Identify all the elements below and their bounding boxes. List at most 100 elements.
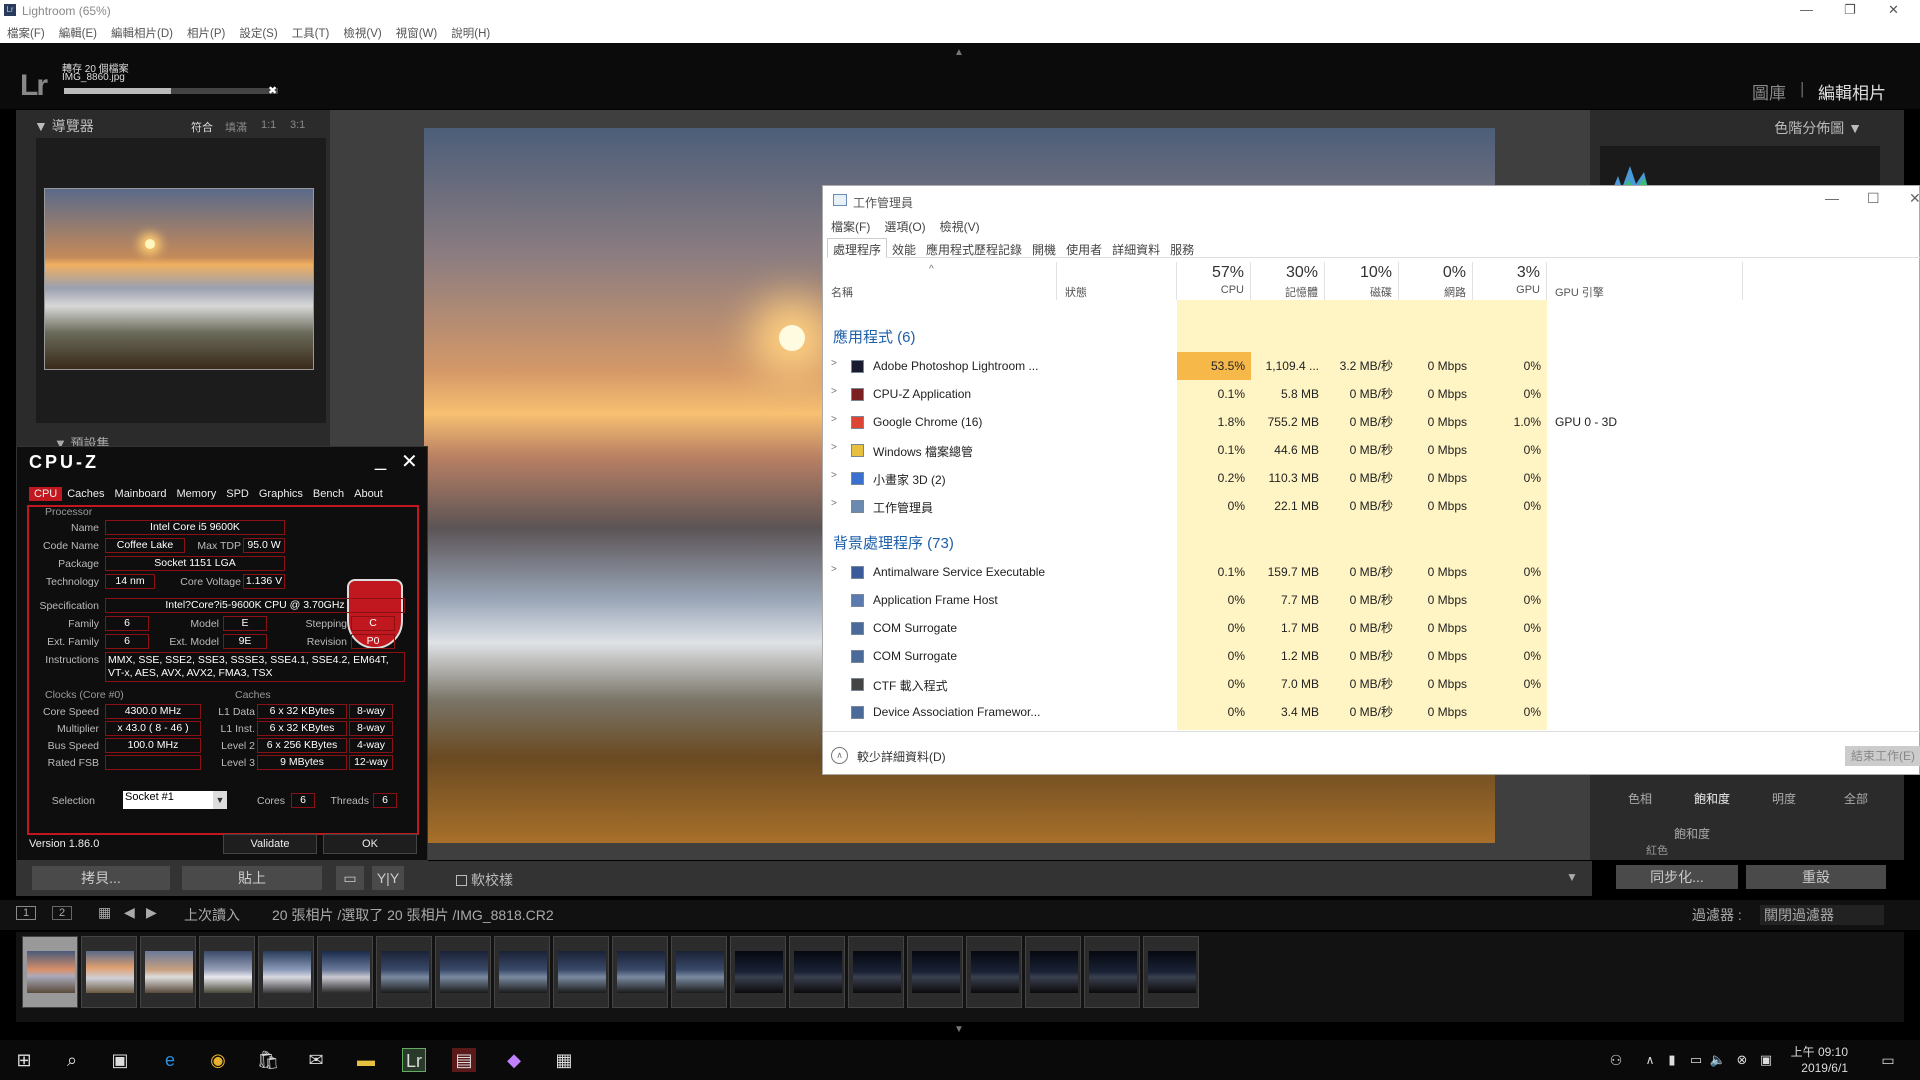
tm-tab-services[interactable]: 服務 — [1165, 239, 1199, 259]
filmstrip-thumbnail[interactable] — [612, 936, 668, 1008]
cpuz-tab-about[interactable]: About — [349, 487, 388, 501]
filmstrip-thumbnail[interactable] — [730, 936, 786, 1008]
filmstrip-thumbnail[interactable] — [81, 936, 137, 1008]
notification-icon[interactable]: ▭ — [1876, 1048, 1900, 1072]
fewer-details-link[interactable]: 較少詳細資料(D) — [857, 748, 946, 765]
filmstrip-source[interactable]: 上次讀入 — [184, 905, 240, 925]
expand-chevron-icon[interactable]: > — [831, 386, 837, 397]
process-row[interactable]: Device Association Framewor... 0% 3.4 MB 0 … — [823, 698, 1920, 726]
close-icon[interactable]: ✕ — [1888, 2, 1899, 18]
reset-button[interactable]: 重設 — [1746, 865, 1886, 889]
menu-file[interactable]: 檔案(F) — [0, 22, 52, 41]
expand-chevron-icon[interactable]: > — [831, 414, 837, 425]
zoom-1-1[interactable]: 1:1 — [261, 119, 276, 131]
network-icon[interactable]: ▭ — [1684, 1048, 1708, 1072]
soft-proof-checkbox[interactable] — [456, 875, 467, 886]
filmstrip-selection-info[interactable]: 20 張相片 /選取了 20 張相片 /IMG_8818.CR2 — [272, 905, 554, 925]
col-mem-header[interactable]: 30% 記憶體 — [1251, 262, 1325, 300]
end-task-button[interactable]: 結束工作(E) — [1845, 746, 1920, 766]
histogram-header[interactable]: 色階分佈圖 ▼ — [1774, 118, 1862, 138]
module-develop[interactable]: 編輯相片 — [1818, 79, 1886, 104]
col-gpu-engine-header[interactable]: GPU 引擎 — [1547, 262, 1743, 300]
paint3d-icon[interactable]: ◆ — [502, 1048, 526, 1072]
menu-develop[interactable]: 編輯相片(D) — [104, 22, 180, 41]
minimize-icon[interactable]: — — [1800, 2, 1813, 17]
soft-proof-toggle[interactable]: 軟校樣 — [456, 870, 513, 890]
search-icon[interactable]: ⌕ — [60, 1048, 84, 1072]
col-disk-header[interactable]: 10% 磁碟 — [1325, 262, 1399, 300]
filmstrip-thumbnail[interactable] — [1084, 936, 1140, 1008]
file-explorer-icon[interactable]: ▬ — [354, 1048, 378, 1072]
before-after-icon[interactable]: Y|Y — [372, 866, 404, 890]
copy-button[interactable]: 拷貝... — [32, 866, 170, 890]
cancel-export-icon[interactable]: ✖ — [268, 84, 277, 97]
menu-tools[interactable]: 工具(T) — [285, 22, 337, 41]
col-name-header[interactable]: ^ 名稱 — [823, 262, 1057, 300]
process-row[interactable]: > CPU-Z Application 0.1% 5.8 MB 0 MB/秒 0 Mbps… — [823, 380, 1920, 408]
cpuz-tab-caches[interactable]: Caches — [62, 487, 109, 501]
apps-group-label[interactable]: 應用程式 (6) — [833, 326, 916, 347]
cpuz-tab-memory[interactable]: Memory — [172, 487, 222, 501]
tm-menu-options[interactable]: 選項(O) — [884, 220, 925, 234]
edge-icon[interactable]: e — [158, 1048, 182, 1072]
security-icon[interactable]: ⊗ — [1730, 1048, 1754, 1072]
input-method-icon[interactable]: ▣ — [1754, 1048, 1778, 1072]
tm-minimize-icon[interactable]: — — [1825, 190, 1839, 206]
grid-icon[interactable]: ▦ — [98, 904, 111, 921]
tm-tab-users[interactable]: 使用者 — [1061, 239, 1107, 259]
window-2-button[interactable]: 2 — [52, 906, 73, 920]
menu-settings[interactable]: 設定(S) — [232, 22, 284, 41]
process-row[interactable]: CTF 載入程式 0% 7.0 MB 0 MB/秒 0 Mbps 0% — [823, 670, 1920, 698]
tm-maximize-icon[interactable]: ☐ — [1867, 190, 1880, 207]
ok-button[interactable]: OK — [323, 834, 417, 854]
tray-arrow-icon[interactable]: ∧ — [1638, 1048, 1662, 1072]
restore-icon[interactable]: ❐ — [1844, 2, 1856, 18]
cpuz-close-icon[interactable]: ✕ — [401, 449, 418, 474]
filmstrip-thumbnail[interactable] — [553, 936, 609, 1008]
expand-chevron-icon[interactable]: > — [831, 470, 837, 481]
process-row[interactable]: > 工作管理員 0% 22.1 MB 0 MB/秒 0 Mbps 0% — [823, 492, 1920, 520]
task-view-icon[interactable]: ▣ — [108, 1048, 132, 1072]
cpuz-tab-bench[interactable]: Bench — [308, 487, 349, 501]
sync-button[interactable]: 同步化... — [1616, 865, 1738, 889]
tm-tab-details[interactable]: 詳細資料 — [1107, 239, 1165, 259]
filmstrip-thumbnail[interactable] — [258, 936, 314, 1008]
collapse-top-arrow-icon[interactable]: ▲ — [954, 47, 964, 58]
zoom-3-1[interactable]: 3:1 — [290, 119, 305, 131]
socket-dropdown-icon[interactable]: ▼ — [213, 791, 227, 809]
store-icon[interactable]: 🛍 — [256, 1048, 280, 1072]
bg-group-label[interactable]: 背景處理程序 (73) — [833, 532, 954, 553]
back-arrow-icon[interactable]: ◀ — [124, 904, 135, 921]
col-gpu-header[interactable]: 3% GPU — [1473, 262, 1547, 300]
chrome-icon[interactable]: ◉ — [206, 1048, 230, 1072]
col-net-header[interactable]: 0% 網路 — [1399, 262, 1473, 300]
expand-chevron-icon[interactable]: > — [831, 358, 837, 369]
expand-chevron-icon[interactable]: > — [831, 564, 837, 575]
filmstrip-thumbnail[interactable] — [435, 936, 491, 1008]
col-status-header[interactable]: 狀態 — [1057, 262, 1177, 300]
lightroom-taskbar-icon[interactable]: Lr — [402, 1048, 426, 1072]
tm-tab-performance[interactable]: 效能 — [887, 239, 921, 259]
process-row[interactable]: COM Surrogate 0% 1.7 MB 0 MB/秒 0 Mbps 0% — [823, 614, 1920, 642]
task-manager-taskbar-icon[interactable]: ▦ — [552, 1048, 576, 1072]
window-1-button[interactable]: 1 — [16, 906, 37, 920]
process-row[interactable]: COM Surrogate 0% 1.2 MB 0 MB/秒 0 Mbps 0% — [823, 642, 1920, 670]
tm-menu-file[interactable]: 檔案(F) — [831, 220, 870, 234]
cpuz-tab-graphics[interactable]: Graphics — [254, 487, 308, 501]
filmstrip-thumbnail[interactable] — [848, 936, 904, 1008]
toolbar-menu-icon[interactable]: ▼ — [1566, 870, 1578, 884]
filmstrip-thumbnail[interactable] — [1025, 936, 1081, 1008]
filmstrip-thumbnail[interactable] — [376, 936, 432, 1008]
tm-tab-processes[interactable]: 處理程序 — [827, 238, 888, 258]
expand-chevron-icon[interactable]: > — [831, 498, 837, 509]
process-row[interactable]: > 小畫家 3D (2) 0.2% 110.3 MB 0 MB/秒 0 Mbps 0% — [823, 464, 1920, 492]
menu-photo[interactable]: 相片(P) — [180, 22, 232, 41]
col-cpu-header[interactable]: 57% CPU — [1177, 262, 1251, 300]
chevron-up-icon[interactable]: ∧ — [831, 747, 848, 764]
cpuz-tab-spd[interactable]: SPD — [221, 487, 254, 501]
paste-button[interactable]: 貼上 — [182, 866, 322, 890]
windows-start-icon[interactable]: ⊞ — [12, 1048, 36, 1072]
cpuz-taskbar-icon[interactable]: ▤ — [452, 1048, 476, 1072]
process-row[interactable]: > Antimalware Service Executable 0.1% 159.7… — [823, 558, 1920, 586]
filmstrip-thumbnail[interactable] — [907, 936, 963, 1008]
